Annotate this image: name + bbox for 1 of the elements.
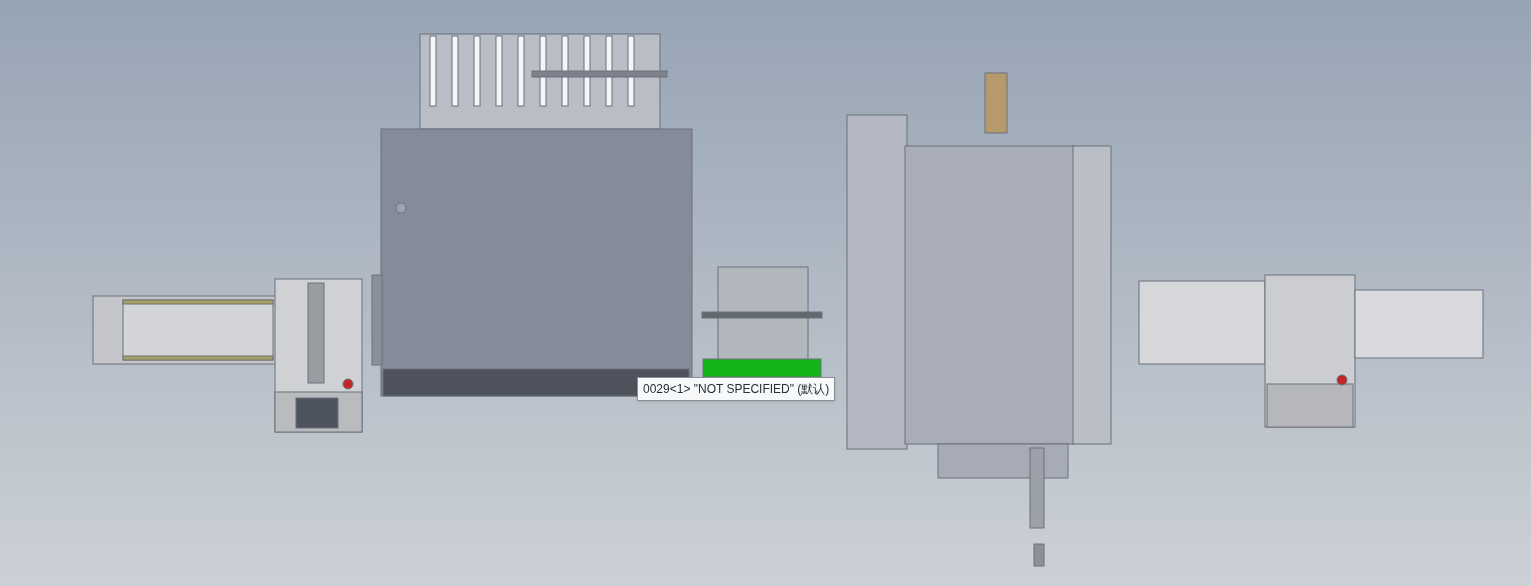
- tooltip: 0029<1> "NOT SPECIFIED" (默认): [637, 377, 836, 401]
